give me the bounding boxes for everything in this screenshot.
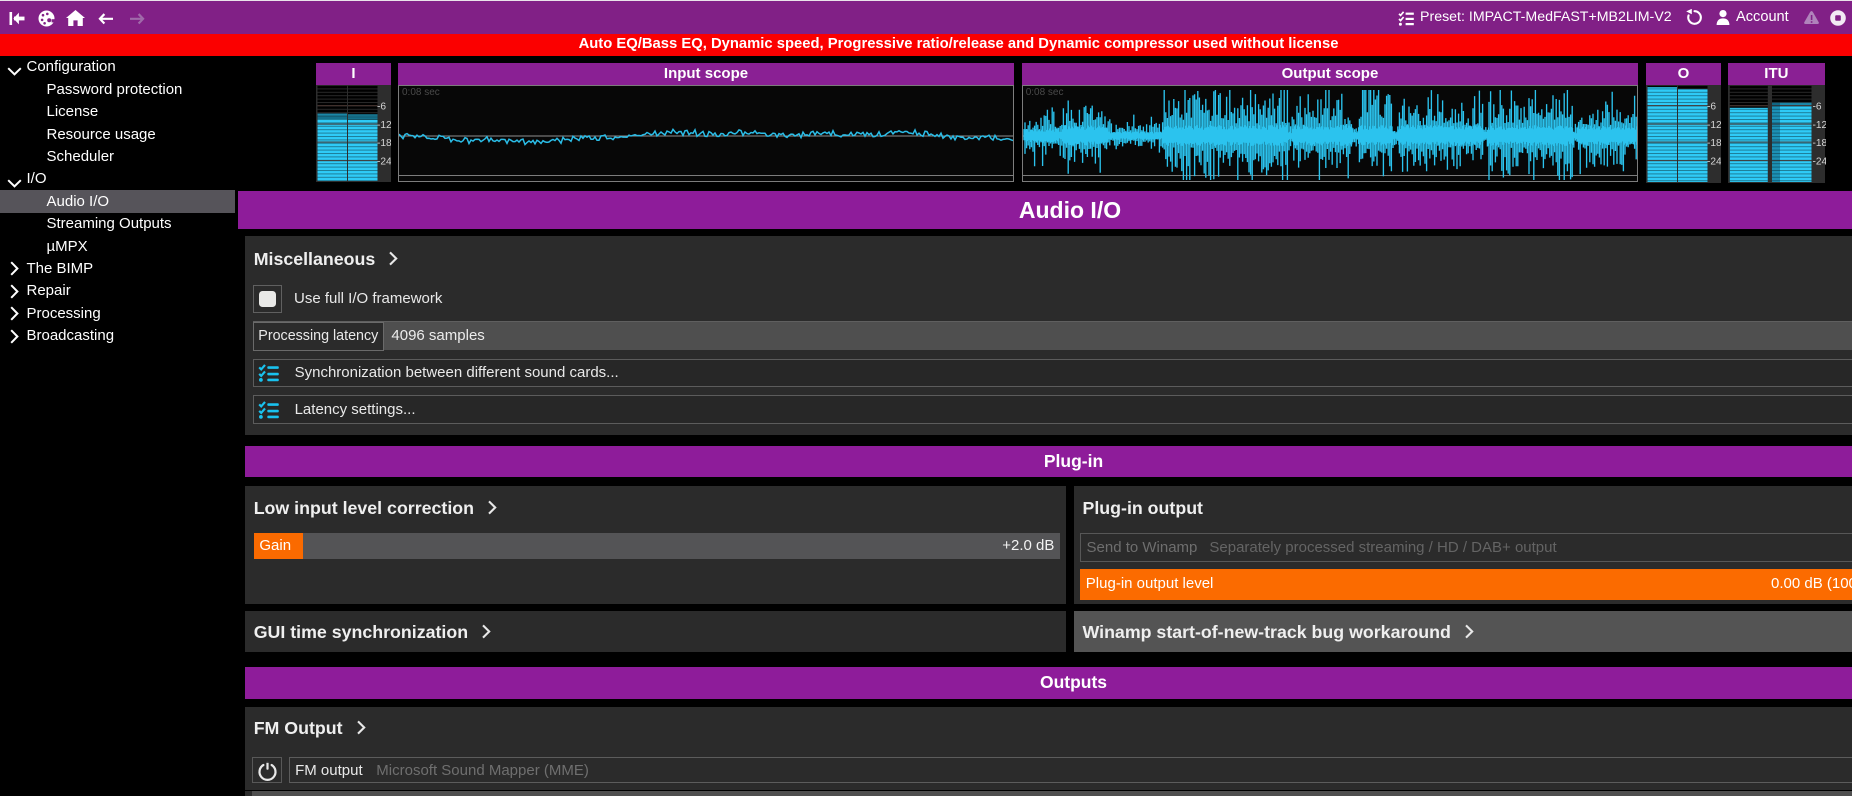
svg-text:-6: -6 [1707,102,1716,113]
svg-text:-24: -24 [1707,157,1721,168]
svg-text:-24: -24 [377,157,391,168]
svg-text:-18: -18 [1707,138,1721,149]
svg-text:-18: -18 [1812,138,1826,149]
svg-text:-6: -6 [377,102,386,113]
svg-text:-6: -6 [1812,102,1821,113]
svg-text:-24: -24 [1812,157,1826,168]
svg-text:-12: -12 [377,120,391,131]
svg-text:-18: -18 [377,138,391,149]
svg-text:-12: -12 [1812,120,1826,131]
svg-text:-12: -12 [1707,120,1721,131]
